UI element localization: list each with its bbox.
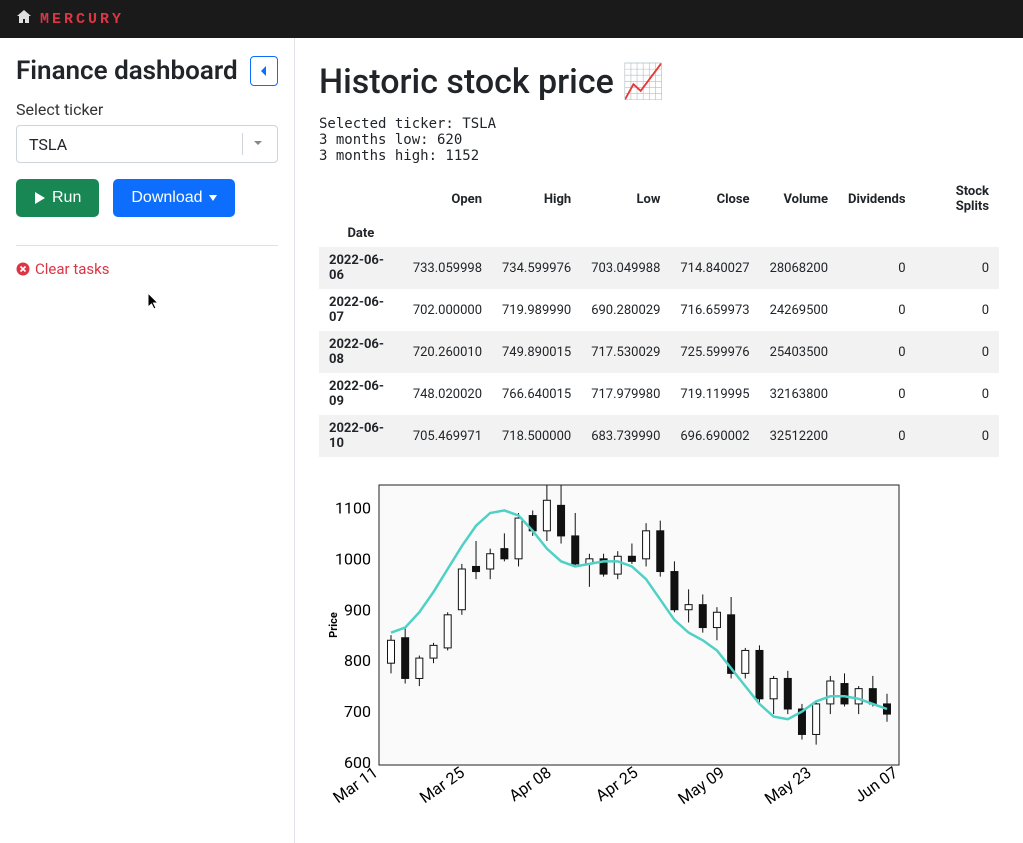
table-row: 2022-06-06733.059998734.599976703.049988… bbox=[319, 247, 999, 289]
ticker-select[interactable]: TSLA bbox=[16, 125, 278, 163]
table-column-header: Stock Splits bbox=[916, 178, 999, 220]
ticker-select-label: Select ticker bbox=[16, 100, 278, 119]
divider bbox=[16, 245, 278, 246]
clear-tasks-label: Clear tasks bbox=[35, 260, 109, 278]
svg-text:Apr 25: Apr 25 bbox=[592, 763, 641, 805]
ticker-summary: Selected ticker: TSLA 3 months low: 620 … bbox=[319, 116, 999, 164]
svg-text:900: 900 bbox=[344, 600, 371, 619]
svg-text:1100: 1100 bbox=[335, 498, 371, 517]
svg-text:May 23: May 23 bbox=[761, 763, 815, 805]
topbar: MERCURY bbox=[0, 0, 1023, 38]
svg-text:1000: 1000 bbox=[335, 549, 371, 568]
table-row: 2022-06-07702.000000719.989990690.280029… bbox=[319, 289, 999, 331]
download-button-label: Download bbox=[131, 189, 202, 207]
download-button[interactable]: Download bbox=[113, 179, 234, 217]
svg-text:700: 700 bbox=[344, 702, 371, 721]
table-column-header: High bbox=[492, 178, 581, 220]
price-chart[interactable]: 60070080090010001100PriceMar 11Mar 25Apr… bbox=[319, 475, 999, 809]
chevron-left-icon bbox=[259, 65, 269, 77]
main-content: Historic stock price 📈 Selected ticker: … bbox=[295, 38, 1023, 843]
table-column-header: Close bbox=[670, 178, 759, 220]
svg-text:Apr 08: Apr 08 bbox=[505, 763, 554, 805]
table-column-header: Open bbox=[403, 178, 492, 220]
table-column-header: Volume bbox=[760, 178, 838, 220]
chevron-down-icon bbox=[251, 135, 265, 154]
svg-text:Jun 07: Jun 07 bbox=[851, 763, 902, 805]
table-column-header: Dividends bbox=[838, 178, 916, 220]
table-row: 2022-06-09748.020020766.640015717.979980… bbox=[319, 373, 999, 415]
brand-logo[interactable]: MERCURY bbox=[40, 11, 124, 28]
svg-text:May 09: May 09 bbox=[674, 763, 728, 805]
price-table: OpenHighLowCloseVolumeDividendsStock Spl… bbox=[319, 178, 999, 457]
run-button-label: Run bbox=[52, 189, 81, 207]
svg-text:Mar 25: Mar 25 bbox=[416, 763, 468, 805]
table-row: 2022-06-08720.260010749.890015717.530029… bbox=[319, 331, 999, 373]
play-icon bbox=[34, 191, 46, 205]
caret-down-icon bbox=[209, 195, 217, 201]
clear-tasks-link[interactable]: Clear tasks bbox=[16, 260, 109, 278]
home-icon[interactable] bbox=[16, 9, 32, 29]
table-row: 2022-06-10705.469971718.500000683.739990… bbox=[319, 415, 999, 457]
sidebar-title: Finance dashboard bbox=[16, 56, 238, 86]
svg-text:Price: Price bbox=[327, 612, 340, 638]
ticker-select-value: TSLA bbox=[29, 135, 234, 154]
page-title: Historic stock price 📈 bbox=[319, 62, 999, 102]
table-column-header: Low bbox=[581, 178, 670, 220]
svg-text:800: 800 bbox=[344, 651, 371, 670]
sidebar: Finance dashboard Select ticker TSLA Run… bbox=[0, 38, 295, 843]
close-circle-icon bbox=[16, 262, 30, 276]
collapse-sidebar-button[interactable] bbox=[250, 56, 278, 86]
table-date-header: Date bbox=[319, 220, 403, 247]
run-button[interactable]: Run bbox=[16, 179, 99, 217]
